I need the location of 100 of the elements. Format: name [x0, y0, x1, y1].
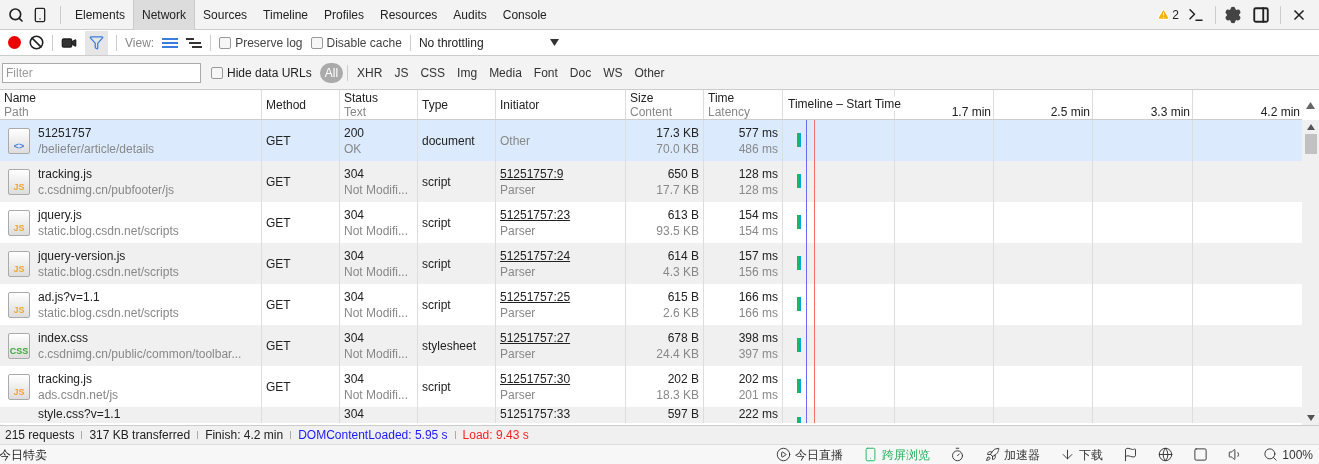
panel-tab[interactable]: Elements	[67, 0, 134, 30]
scrollbar-track[interactable]	[1302, 90, 1319, 425]
summary-text: DOMContentLoaded: 5.95 s	[298, 427, 448, 444]
size-text: 615 B	[667, 288, 699, 305]
dock-icon[interactable]	[1252, 5, 1270, 24]
browser-bar-item[interactable]	[1123, 447, 1139, 462]
browser-bar-item[interactable]	[1158, 447, 1174, 462]
panel-tab[interactable]: Audits	[445, 0, 495, 30]
column-header[interactable]: Method	[266, 97, 335, 112]
request-row[interactable]: JS tracking.js c.csdnimg.cn/pubfooter/js GET 304 Not Modifi... script 51251757:9 Parser 650 B 17.7 KB 128 ms 128 ms	[0, 161, 1302, 202]
large-rows-toggle[interactable]	[162, 37, 179, 48]
caret-icon	[549, 39, 559, 46]
waterfall-bar	[797, 379, 801, 393]
scroll-down-icon[interactable]	[1306, 415, 1315, 421]
column-header[interactable]: Size	[630, 90, 699, 105]
initiator-link[interactable]: 51251757:27	[500, 329, 571, 346]
promo-link[interactable]: 今日特卖	[0, 445, 47, 464]
initiator-detail: Parser	[500, 181, 537, 198]
time-text: 222 ms	[738, 407, 778, 421]
initiator-link[interactable]: 51251757:25	[500, 288, 571, 305]
browser-bar-item[interactable]: 100%	[1263, 445, 1313, 464]
checkbox[interactable]	[211, 66, 223, 79]
file-icon: <>	[8, 127, 30, 154]
throttling-select[interactable]: No throttling	[418, 33, 559, 52]
latency-text: 154 ms	[738, 222, 778, 239]
type-filter[interactable]: Img	[452, 62, 483, 83]
summary-text: Load: 9.43 s	[462, 427, 529, 444]
checkbox[interactable]	[219, 36, 232, 49]
sort-icon	[1306, 101, 1315, 109]
panel-tab[interactable]: Timeline	[255, 0, 316, 30]
initiator-detail: Parser	[500, 304, 537, 321]
timeline-tick: 3.3 min	[1150, 105, 1190, 119]
status-text: Not Modifi...	[344, 345, 410, 362]
timeline-tick: 4.2 min	[1260, 105, 1300, 119]
initiator-link[interactable]: 51251757:9	[500, 165, 564, 182]
initiator-link[interactable]: 51251757:24	[500, 247, 571, 264]
timeline-tick: 2.5 min	[1050, 105, 1090, 119]
initiator-detail: Parser	[500, 222, 537, 239]
filter-toggle[interactable]	[85, 30, 108, 55]
size-text: 597 B	[667, 407, 699, 421]
panel-tab[interactable]: Network	[133, 0, 196, 30]
column-header[interactable]: Type	[422, 97, 491, 112]
initiator-link[interactable]: 51251757:23	[500, 206, 571, 223]
browser-bar-item[interactable]: 今日直播	[776, 445, 844, 464]
browser-bar-icon	[863, 447, 879, 462]
request-name: ad.js?v=1.1	[38, 288, 101, 305]
browser-bar-icon	[1158, 447, 1174, 462]
status-code: 304	[344, 288, 366, 305]
panel-tab[interactable]: Sources	[195, 0, 256, 30]
request-row[interactable]: style.css?v=1.1 304 51251757:33 597 B 222 ms	[0, 407, 1302, 423]
type-filter[interactable]: Media	[484, 62, 527, 83]
overview-toggle[interactable]	[186, 37, 203, 48]
checkbox[interactable]	[310, 36, 323, 49]
type-filter[interactable]: WS	[598, 62, 628, 83]
status-code: 304	[344, 247, 366, 264]
content-size: 93.5 KB	[656, 222, 699, 239]
browser-bar-item[interactable]: 加速器	[985, 445, 1041, 464]
column-header[interactable]: Status	[344, 90, 413, 105]
initiator-detail: Parser	[500, 386, 537, 403]
filter-input[interactable]: Filter	[2, 62, 201, 83]
type-filter[interactable]: XHR	[352, 62, 388, 83]
panel-tab[interactable]: Profiles	[316, 0, 372, 30]
content-size: 24.4 KB	[656, 345, 699, 362]
waterfall-bar	[797, 133, 801, 147]
clear-icon[interactable]	[29, 35, 44, 50]
scroll-up-icon[interactable]	[1306, 124, 1315, 130]
option-label: Preserve log	[235, 34, 303, 52]
record-button[interactable]	[8, 36, 21, 49]
panel-tab[interactable]: Resources	[372, 0, 446, 30]
type-filter[interactable]: CSS	[415, 62, 451, 83]
warning-counter[interactable]: 2	[1157, 5, 1179, 24]
initiator-link[interactable]: 51251757:30	[500, 370, 571, 387]
column-header[interactable]: Time	[708, 90, 778, 105]
type-filter[interactable]: Font	[528, 62, 563, 83]
type-filter[interactable]: Other	[629, 62, 670, 83]
browser-bar-item[interactable]: 下载	[1060, 445, 1104, 464]
type-filter[interactable]: Doc	[564, 62, 597, 83]
view-label: View:	[125, 34, 155, 52]
size-text: 614 B	[667, 247, 699, 264]
request-row[interactable]: JS jquery-version.js static.blog.csdn.net/scripts GET 304 Not Modifi... script 51251757:24 Parser 614 B 4.3 KB 157 ms 156 ms	[0, 243, 1302, 284]
column-header[interactable]: Timeline – Start Time	[788, 97, 901, 111]
settings-icon[interactable]	[1224, 5, 1242, 24]
panel-tab[interactable]: Console	[494, 0, 555, 30]
column-header[interactable]: Initiator	[500, 97, 621, 112]
time-text: 128 ms	[738, 165, 778, 182]
browser-bar-item[interactable]	[950, 447, 966, 462]
request-row[interactable]: <> 51251757 /beliefer/article/details GET 200 OK document Other 17.3 KB 70.0 KB 577 ms 486 ms	[0, 120, 1302, 161]
search-icon[interactable]	[8, 6, 24, 23]
scrollbar-thumb[interactable]	[1304, 134, 1317, 154]
request-name: jquery-version.js	[38, 247, 127, 264]
request-row[interactable]: CSS index.css c.csdnimg.cn/public/common/toolbar... GET 304 Not Modifi... stylesheet 51251757:27 Parser 678 B 24.4 KB 398 ms 397 ms	[0, 325, 1302, 366]
phone-icon[interactable]	[32, 6, 48, 23]
type-filter[interactable]: JS	[389, 62, 414, 83]
status-text: OK	[344, 140, 363, 157]
size-text: 202 B	[667, 370, 699, 387]
browser-bar-icon	[776, 447, 792, 462]
waterfall-bar	[797, 417, 801, 423]
initiator-text: Other	[500, 132, 531, 149]
status-code: 304	[344, 329, 366, 346]
column-header[interactable]: Name	[4, 90, 257, 105]
